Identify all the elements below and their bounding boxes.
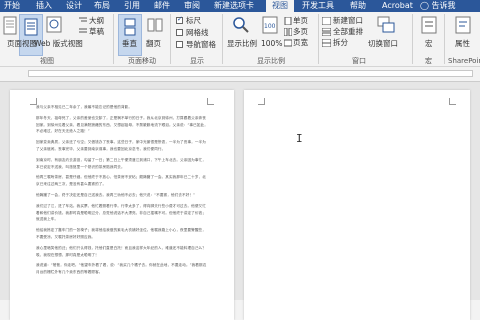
web-layout-label[interactable]: Web 版式视图 xyxy=(34,39,83,48)
print-layout-button[interactable] xyxy=(19,14,43,56)
group-divider xyxy=(444,14,445,64)
web-layout-icon[interactable] xyxy=(46,16,62,34)
lightbulb-icon: ◯ xyxy=(420,1,429,10)
tab-design[interactable]: 设计 xyxy=(66,0,82,12)
sharepoint-group-label: SharePoint xyxy=(448,57,480,65)
margin-corner-mark xyxy=(449,98,456,105)
page-width-icon xyxy=(284,39,292,47)
hundred-percent-button[interactable]: 100% xyxy=(261,39,282,48)
arrange-all-button[interactable]: 全部重排 xyxy=(333,27,363,36)
document-page-right[interactable] xyxy=(244,90,470,320)
paragraph: 他再三嘱咐茶房，甚是仔细。但他终于不放心，怕茶房不妥帖；颇踌躇了一会。其实我那年… xyxy=(36,175,206,187)
group-divider xyxy=(170,14,171,64)
tab-new-tab[interactable]: 新建选项卡 xyxy=(214,0,254,12)
group-divider xyxy=(412,14,413,64)
document-body-text[interactable]: 我与父亲不相见已二年余了，我最不能忘记的是他的背影。 那年冬天，祖母死了，父亲的… xyxy=(36,104,208,280)
draft-button[interactable]: 草稿 xyxy=(89,27,104,36)
tab-insert[interactable]: 插入 xyxy=(36,0,52,12)
paragraph: 他踌躇了一会，终于决定还是自己送我去。我再三劝他不必去；他只说：“不要紧，他们去… xyxy=(36,192,196,197)
gridlines-checkbox[interactable] xyxy=(176,29,183,36)
macros-group-label: 宏 xyxy=(425,57,432,65)
i-beam-cursor-icon: I xyxy=(296,132,303,145)
ruler-strip xyxy=(28,70,473,77)
paragraph: 那年冬天，祖母死了，父亲的差使也交卸了，正是祸不单行的日子。我从北京到徐州，打算… xyxy=(36,115,208,134)
properties-button[interactable]: 属性 xyxy=(455,39,470,48)
vertical-pages-icon xyxy=(124,18,136,36)
side-to-side-label[interactable]: 翻页 xyxy=(146,39,161,48)
show-group-label: 显示 xyxy=(190,57,204,65)
draft-icon xyxy=(79,28,87,33)
read-mode-icon[interactable] xyxy=(3,16,17,36)
macros-icon[interactable] xyxy=(421,16,437,34)
margin-corner-mark xyxy=(207,98,214,105)
split-button[interactable]: 拆分 xyxy=(333,38,348,47)
window-group-label: 窗口 xyxy=(352,57,366,65)
margin-corner-mark xyxy=(258,98,265,105)
paragraph: 到南京时，有朋友约去游逛，勾留了一日；第二日上午便须渡江到浦口，下午上车北去。父… xyxy=(36,157,206,169)
paragraph: 回家变卖典质，父亲还了亏空；又借钱办了丧事。这些日子，家中光景很是惨澹，一半为了… xyxy=(36,140,206,151)
group-divider xyxy=(113,14,114,64)
nav-pane-label: 导航窗格 xyxy=(186,40,216,49)
multiple-pages-button[interactable]: 多页 xyxy=(293,27,308,36)
tab-acrobat[interactable]: Acrobat xyxy=(382,0,413,12)
outline-button[interactable]: 大纲 xyxy=(89,16,104,25)
paragraph: 我心里暗笑他的迂；他们只认得钱，托他们直是白托！而且我这样大年纪的人，难道还不能… xyxy=(36,245,206,257)
gridlines-label: 网格线 xyxy=(186,28,209,37)
one-page-icon xyxy=(284,17,292,25)
group-divider xyxy=(318,14,319,64)
tab-help[interactable]: 帮助 xyxy=(350,0,366,12)
group-divider xyxy=(222,14,223,64)
tab-review[interactable]: 审阅 xyxy=(184,0,200,12)
ruler-checkbox[interactable] xyxy=(176,15,183,24)
new-window-button[interactable]: 新建窗口 xyxy=(333,16,363,25)
svg-text:100: 100 xyxy=(264,23,276,30)
ruler-label: 标尺 xyxy=(186,16,201,25)
arrange-all-icon xyxy=(322,28,331,36)
zoom-group-label: 显示比例 xyxy=(257,57,285,65)
print-layout-label: 页面视图 xyxy=(7,39,37,48)
multiple-pages-icon xyxy=(284,28,292,36)
macros-button[interactable]: 宏 xyxy=(425,39,433,48)
nav-pane-checkbox[interactable] xyxy=(176,41,183,48)
vertical-button[interactable] xyxy=(118,14,142,56)
paragraph: 他给我拣定了靠车门的一张椅子；我将他给我做的紫毛大衣铺好坐位。他嘱我路上小心，夜… xyxy=(36,228,206,239)
zoom-button[interactable]: 显示比例 xyxy=(227,39,257,48)
horizontal-ruler[interactable] xyxy=(0,67,480,82)
paragraph: 我们过了江，进了车站。我买票，他忙着照看行李。行李太多了，得向脚夫行些小费才可过… xyxy=(36,203,206,222)
tab-mailings[interactable]: 邮件 xyxy=(154,0,170,12)
one-page-button[interactable]: 单页 xyxy=(293,16,308,25)
properties-icon[interactable] xyxy=(455,16,471,34)
magnifier-icon[interactable] xyxy=(232,16,250,34)
side-to-side-icon[interactable] xyxy=(147,17,163,33)
tab-references[interactable]: 引用 xyxy=(124,0,140,12)
document-area: 我与父亲不相见已二年余了，我最不能忘记的是他的背影。 那年冬天，祖母死了，父亲的… xyxy=(0,82,480,320)
tab-view[interactable]: 视图 xyxy=(266,0,294,12)
ribbon-tab-bar: 开始 插入 设计 布局 引用 邮件 审阅 新建选项卡 视图 开发工具 帮助 Ac… xyxy=(0,0,480,12)
tab-developer[interactable]: 开发工具 xyxy=(302,0,334,12)
split-icon xyxy=(322,39,331,47)
ribbon-view: 页面视图 Web 版式视图 大纲 草稿 视图 垂直 翻页 页面移动 ✓ 标尺 网… xyxy=(0,12,480,67)
hundred-percent-icon[interactable]: 100 xyxy=(262,16,278,34)
tell-me-search[interactable]: ◯ 告诉我 xyxy=(420,0,456,12)
page-layout-icon xyxy=(24,18,38,36)
vertical-label: 垂直 xyxy=(122,39,137,48)
document-page-left[interactable]: 我与父亲不相见已二年余了，我最不能忘记的是他的背影。 那年冬天，祖母死了，父亲的… xyxy=(10,90,234,320)
paragraph: 我与父亲不相见已二年余了，我最不能忘记的是他的背影。 xyxy=(36,105,133,109)
paragraph: 我说道：“爸爸，你走吧。”他望车外看了看，说：“我买几个橘子去。你就在此地，不要… xyxy=(36,263,207,275)
views-group-label: 视图 xyxy=(40,57,54,65)
new-window-icon xyxy=(322,17,331,25)
outline-icon xyxy=(79,17,87,22)
page-width-button[interactable]: 页宽 xyxy=(293,38,308,47)
switch-windows-button[interactable]: 切换窗口 xyxy=(368,39,398,48)
switch-windows-icon[interactable] xyxy=(377,16,395,34)
page-movement-group-label: 页面移动 xyxy=(128,57,156,65)
tab-layout[interactable]: 布局 xyxy=(94,0,110,12)
tab-home[interactable]: 开始 xyxy=(4,0,20,12)
